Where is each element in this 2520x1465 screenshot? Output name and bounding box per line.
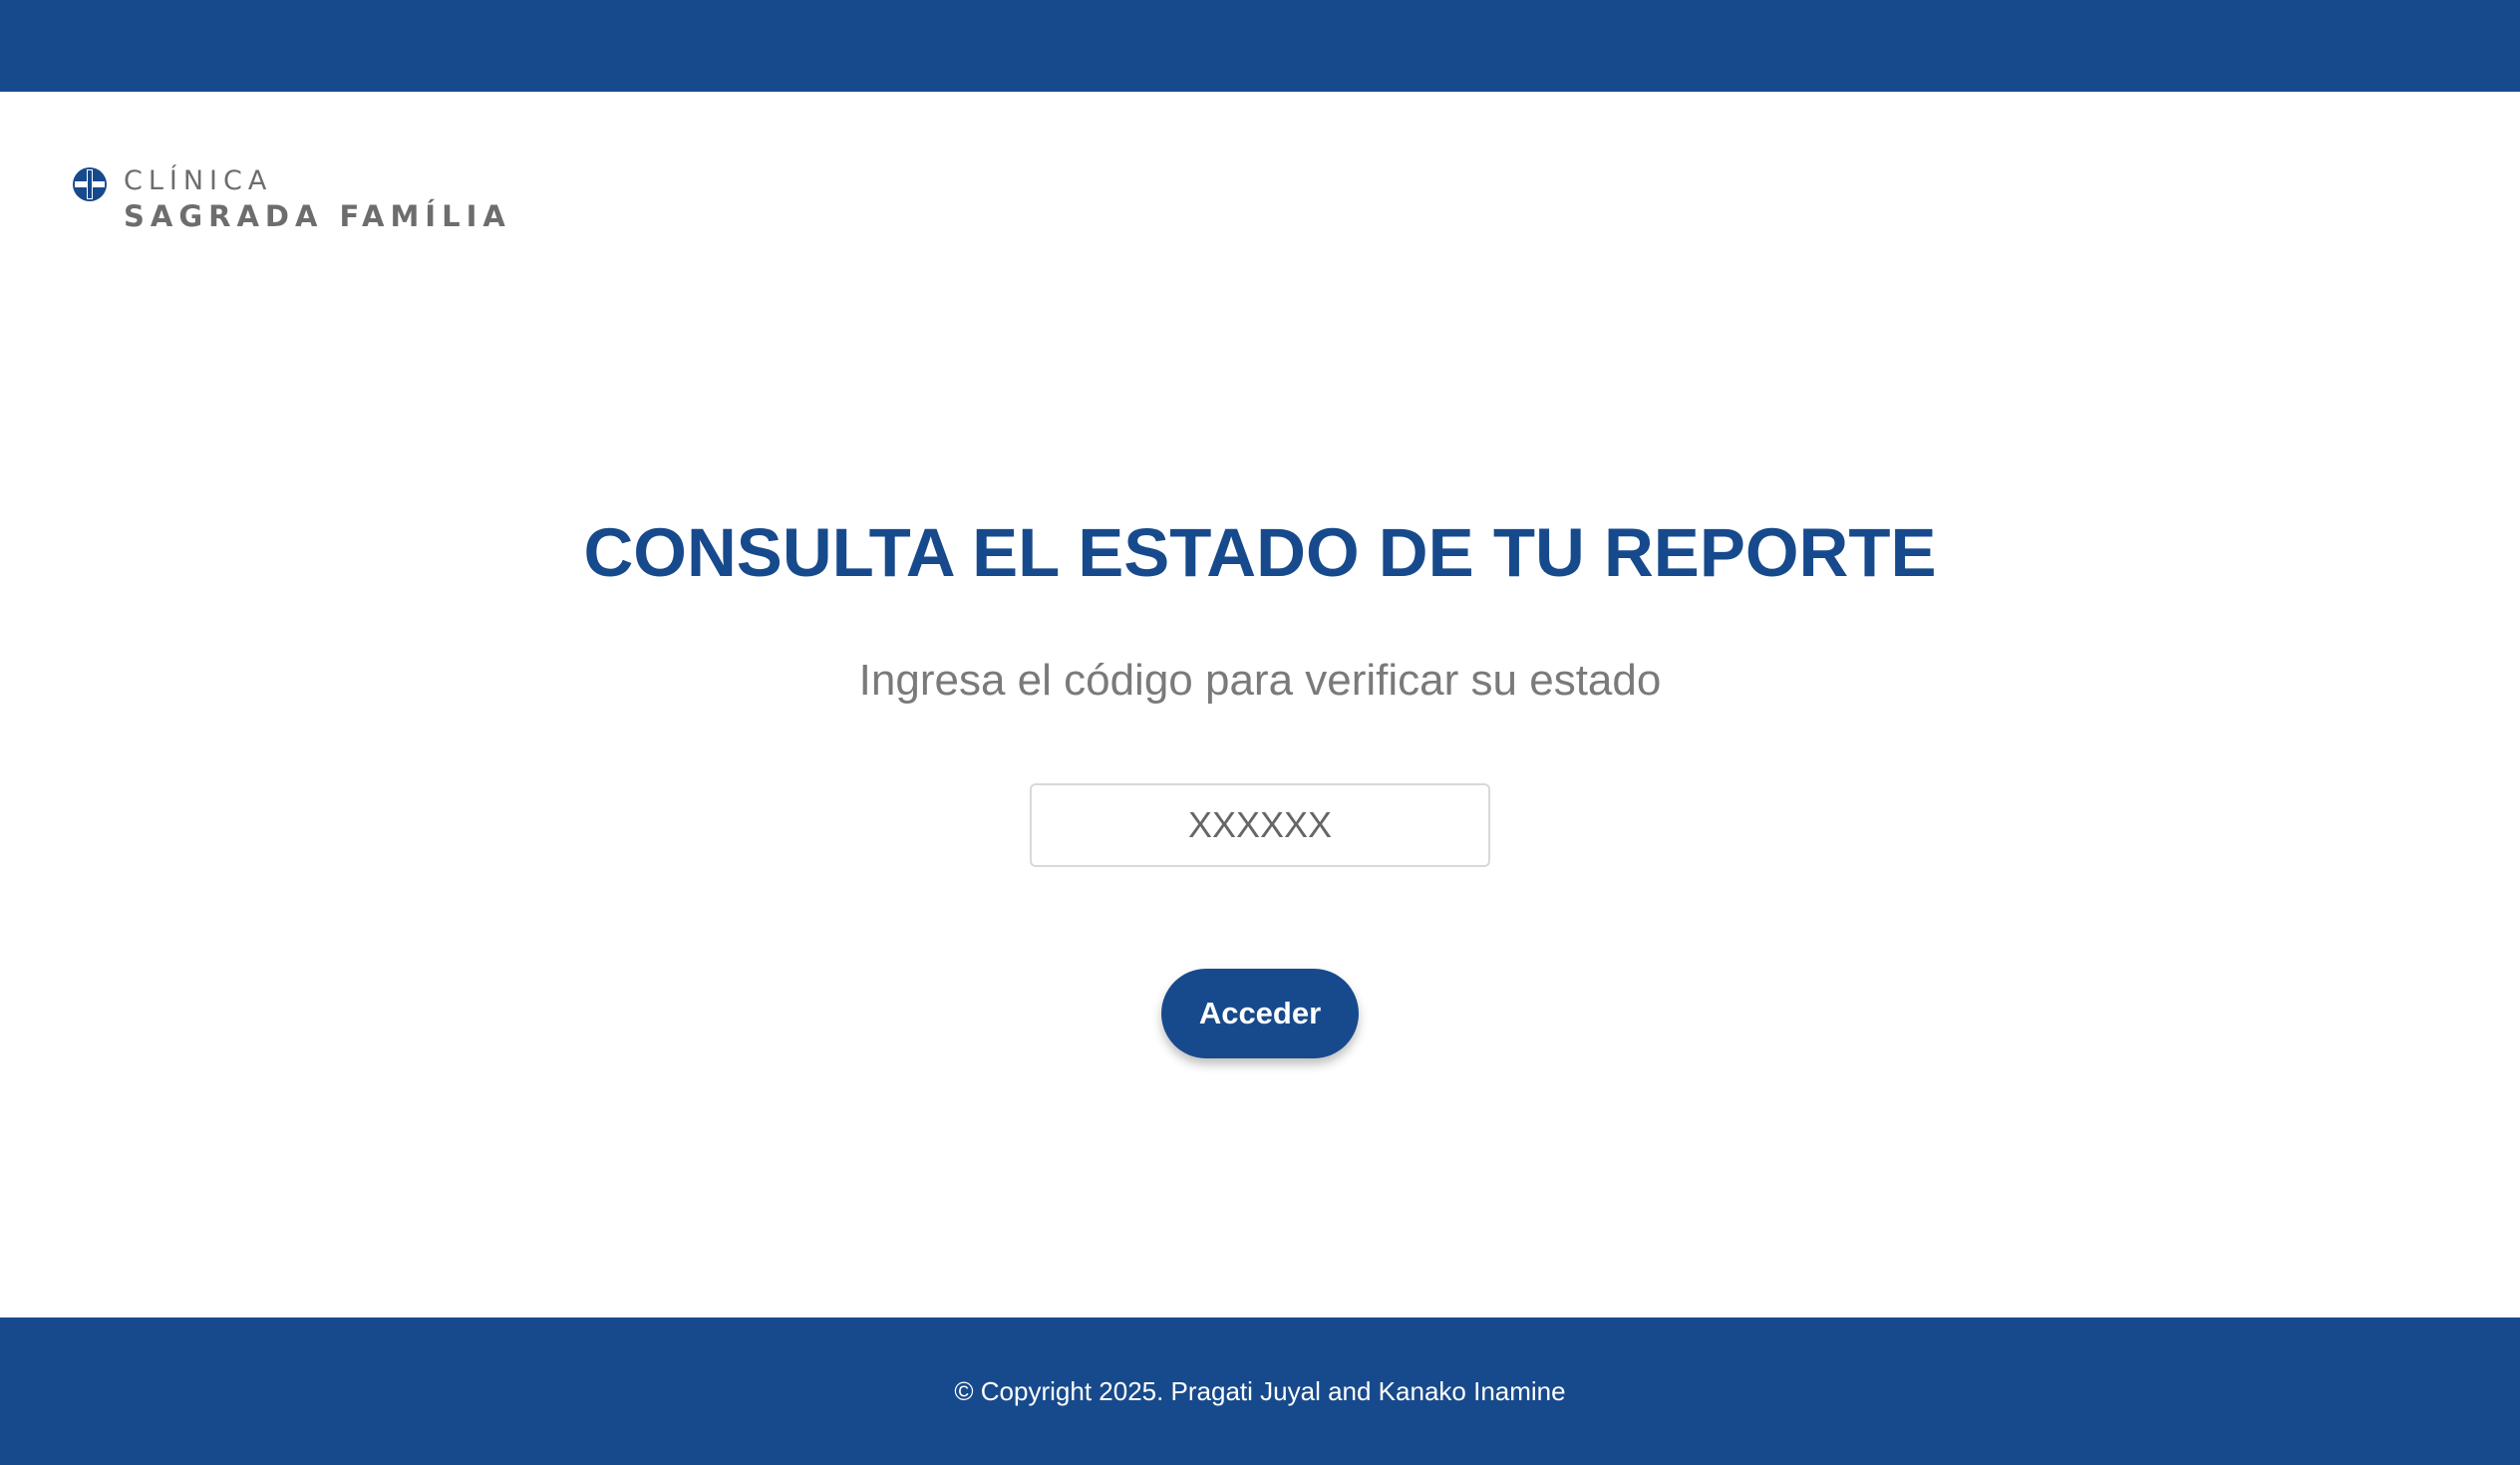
page-title: CONSULTA EL ESTADO DE TU REPORTE: [583, 514, 1937, 591]
footer: © Copyright 2025. Pragati Juyal and Kana…: [0, 1318, 2520, 1465]
top-bar: [0, 0, 2520, 92]
clinic-cross-icon: [73, 167, 107, 201]
logo-line-sagrada-familia: SAGRADA FAMÍLIA: [124, 199, 511, 233]
access-button[interactable]: Acceder: [1161, 969, 1359, 1058]
page-subtitle: Ingresa el código para verificar su esta…: [858, 656, 1662, 705]
page: CLÍNICA SAGRADA FAMÍLIA CONSULTA EL ESTA…: [0, 0, 2520, 1465]
logo-line-clinica: CLÍNICA: [124, 165, 273, 196]
logo-text: CLÍNICA SAGRADA FAMÍLIA: [124, 164, 511, 234]
main-content: CONSULTA EL ESTADO DE TU REPORTE Ingresa…: [0, 498, 2520, 1058]
report-code-input[interactable]: [1030, 783, 1490, 867]
footer-copyright: © Copyright 2025. Pragati Juyal and Kana…: [954, 1375, 1566, 1406]
clinic-logo[interactable]: CLÍNICA SAGRADA FAMÍLIA: [72, 164, 511, 234]
